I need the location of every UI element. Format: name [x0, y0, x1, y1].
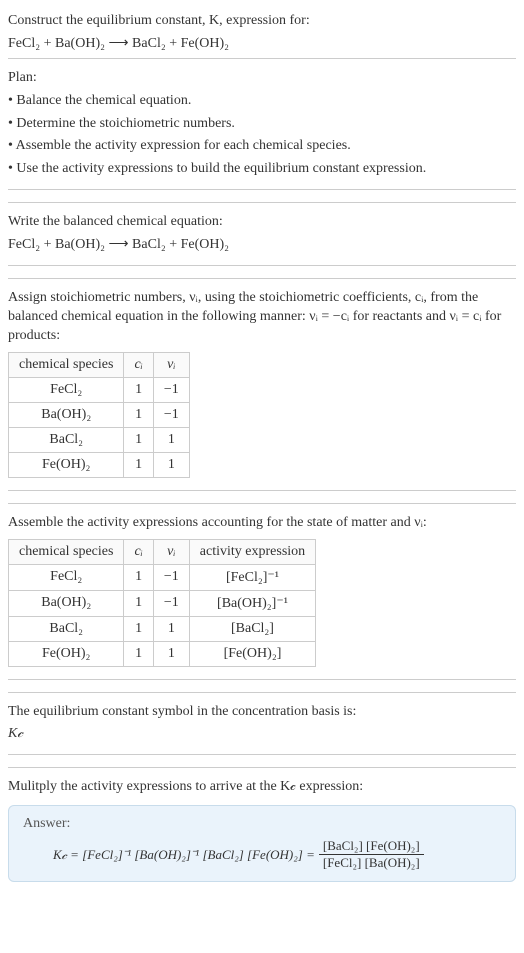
- cell-v: −1: [153, 590, 189, 616]
- cell-species: FeCl₂: [9, 564, 124, 590]
- plan-item: • Determine the stoichiometric numbers.: [8, 115, 516, 134]
- plan-item: • Balance the chemical equation.: [8, 92, 516, 111]
- table-row: BaCl₂ 1 1 [BaCl₂]: [9, 616, 316, 641]
- kc-denominator: [FeCl₂] [Ba(OH)₂]: [319, 855, 424, 871]
- cell-activity: [BaCl₂]: [189, 616, 315, 641]
- kc-lhs: K𝒸 = [FeCl₂]⁻¹ [Ba(OH)₂]⁻¹ [BaCl₂] [Fe(O…: [53, 847, 315, 863]
- symbol-kc: K𝒸: [8, 725, 516, 744]
- answer-label: Answer:: [23, 816, 501, 832]
- title-text: Construct the equilibrium constant, K, e…: [8, 13, 310, 28]
- col-c: cᵢ: [124, 539, 153, 564]
- cell-v: −1: [153, 402, 189, 427]
- answer-box: Answer: K𝒸 = [FeCl₂]⁻¹ [Ba(OH)₂]⁻¹ [BaCl…: [8, 805, 516, 882]
- cell-species: Ba(OH)₂: [9, 590, 124, 616]
- assign-table: chemical species cᵢ νᵢ FeCl₂ 1 −1 Ba(OH)…: [8, 352, 190, 478]
- cell-v: −1: [153, 564, 189, 590]
- balanced-heading: Write the balanced chemical equation:: [8, 213, 516, 232]
- plan-item: • Use the activity expressions to build …: [8, 160, 516, 179]
- cell-v: 1: [153, 427, 189, 452]
- table-header-row: chemical species cᵢ νᵢ activity expressi…: [9, 539, 316, 564]
- assemble-table: chemical species cᵢ νᵢ activity expressi…: [8, 539, 316, 667]
- col-v: νᵢ: [153, 539, 189, 564]
- header-equation: FeCl₂ + Ba(OH)₂ ⟶ BaCl₂ + Fe(OH)₂: [8, 35, 516, 54]
- cell-c: 1: [124, 564, 153, 590]
- balanced-equation: FeCl₂ + Ba(OH)₂ ⟶ BaCl₂ + Fe(OH)₂: [8, 236, 516, 255]
- cell-species: Fe(OH)₂: [9, 641, 124, 666]
- multiply-text: Mulitply the activity expressions to arr…: [8, 778, 516, 797]
- table-row: Fe(OH)₂ 1 1: [9, 452, 190, 477]
- cell-v: 1: [153, 616, 189, 641]
- table-row: BaCl₂ 1 1: [9, 427, 190, 452]
- col-species: chemical species: [9, 539, 124, 564]
- cell-v: 1: [153, 452, 189, 477]
- cell-c: 1: [124, 402, 153, 427]
- col-species: chemical species: [9, 352, 124, 377]
- cell-activity: [Ba(OH)₂]⁻¹: [189, 590, 315, 616]
- assign-text: Assign stoichiometric numbers, νᵢ, using…: [8, 289, 516, 346]
- cell-c: 1: [124, 452, 153, 477]
- cell-activity: [Fe(OH)₂]: [189, 641, 315, 666]
- col-activity: activity expression: [189, 539, 315, 564]
- table-row: Fe(OH)₂ 1 1 [Fe(OH)₂]: [9, 641, 316, 666]
- col-v: νᵢ: [153, 352, 189, 377]
- table-row: Ba(OH)₂ 1 −1: [9, 402, 190, 427]
- cell-c: 1: [124, 590, 153, 616]
- assemble-section: Assemble the activity expressions accoun…: [8, 503, 516, 680]
- cell-species: BaCl₂: [9, 616, 124, 641]
- symbol-text: The equilibrium constant symbol in the c…: [8, 703, 516, 722]
- col-c: cᵢ: [124, 352, 153, 377]
- assemble-text: Assemble the activity expressions accoun…: [8, 514, 516, 533]
- cell-activity: [FeCl₂]⁻¹: [189, 564, 315, 590]
- cell-species: Fe(OH)₂: [9, 452, 124, 477]
- table-row: Ba(OH)₂ 1 −1 [Ba(OH)₂]⁻¹: [9, 590, 316, 616]
- cell-c: 1: [124, 427, 153, 452]
- plan-section: Plan: • Balance the chemical equation. •…: [8, 58, 516, 190]
- assign-section: Assign stoichiometric numbers, νᵢ, using…: [8, 278, 516, 491]
- cell-v: −1: [153, 377, 189, 402]
- table-header-row: chemical species cᵢ νᵢ: [9, 352, 190, 377]
- multiply-section: Mulitply the activity expressions to arr…: [8, 767, 516, 888]
- symbol-section: The equilibrium constant symbol in the c…: [8, 692, 516, 756]
- cell-species: BaCl₂: [9, 427, 124, 452]
- kc-fraction: [BaCl₂] [Fe(OH)₂] [FeCl₂] [Ba(OH)₂]: [319, 838, 424, 871]
- cell-v: 1: [153, 641, 189, 666]
- cell-c: 1: [124, 616, 153, 641]
- kc-expression: K𝒸 = [FeCl₂]⁻¹ [Ba(OH)₂]⁻¹ [BaCl₂] [Fe(O…: [23, 838, 501, 871]
- cell-species: FeCl₂: [9, 377, 124, 402]
- kc-numerator: [BaCl₂] [Fe(OH)₂]: [319, 838, 424, 855]
- cell-c: 1: [124, 641, 153, 666]
- plan-heading: Plan:: [8, 69, 516, 88]
- table-row: FeCl₂ 1 −1: [9, 377, 190, 402]
- cell-c: 1: [124, 377, 153, 402]
- balanced-section: Write the balanced chemical equation: Fe…: [8, 202, 516, 266]
- page-title: Construct the equilibrium constant, K, e…: [8, 12, 516, 31]
- plan-item: • Assemble the activity expression for e…: [8, 137, 516, 156]
- table-row: FeCl₂ 1 −1 [FeCl₂]⁻¹: [9, 564, 316, 590]
- cell-species: Ba(OH)₂: [9, 402, 124, 427]
